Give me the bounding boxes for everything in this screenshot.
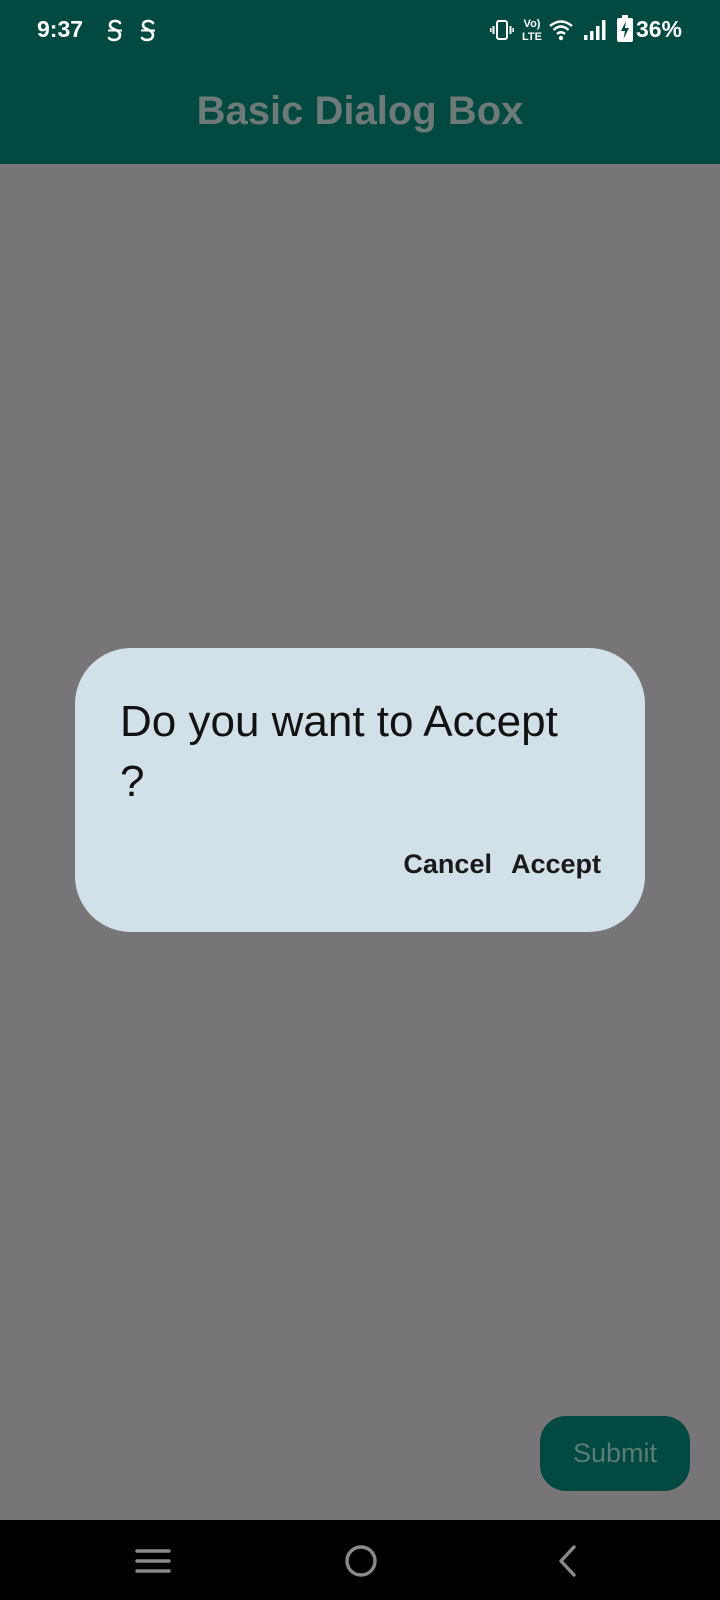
status-time: 9:37 [37, 16, 84, 42]
submit-button[interactable]: Submit [540, 1416, 690, 1491]
carrier-s-icon [106, 18, 124, 44]
wifi-icon [548, 18, 574, 47]
page-title: Basic Dialog Box [196, 89, 524, 133]
status-bar: 9:37 Vo) LTE 36% [0, 0, 720, 62]
battery-percent: 36% [635, 16, 682, 42]
accept-button[interactable]: Accept [511, 849, 601, 880]
battery-charging-icon [616, 15, 634, 48]
status-icons: Vo) LTE 36% [460, 14, 720, 48]
svg-text:Vo): Vo) [524, 18, 541, 30]
volte-icon: Vo) LTE [520, 16, 544, 49]
home-icon[interactable] [334, 1534, 388, 1588]
cancel-button[interactable]: Cancel [403, 849, 492, 880]
svg-text:LTE: LTE [522, 31, 542, 43]
screen: 9:37 Vo) LTE 36% Basic Dialog Box Do you… [0, 0, 720, 1600]
back-icon[interactable] [540, 1534, 594, 1588]
carrier-s-icon [139, 18, 157, 44]
confirm-dialog: Do you want to Accept ? Cancel Accept [75, 648, 645, 932]
dialog-actions: Cancel Accept [403, 844, 601, 884]
top-app-bar: 9:37 Vo) LTE 36% Basic Dialog Box [0, 0, 720, 164]
menu-icon[interactable] [126, 1534, 180, 1588]
navigation-bar [0, 1520, 720, 1600]
dialog-message: Do you want to Accept ? [120, 697, 558, 806]
signal-icon [582, 18, 606, 47]
vibrate-icon [490, 18, 515, 47]
